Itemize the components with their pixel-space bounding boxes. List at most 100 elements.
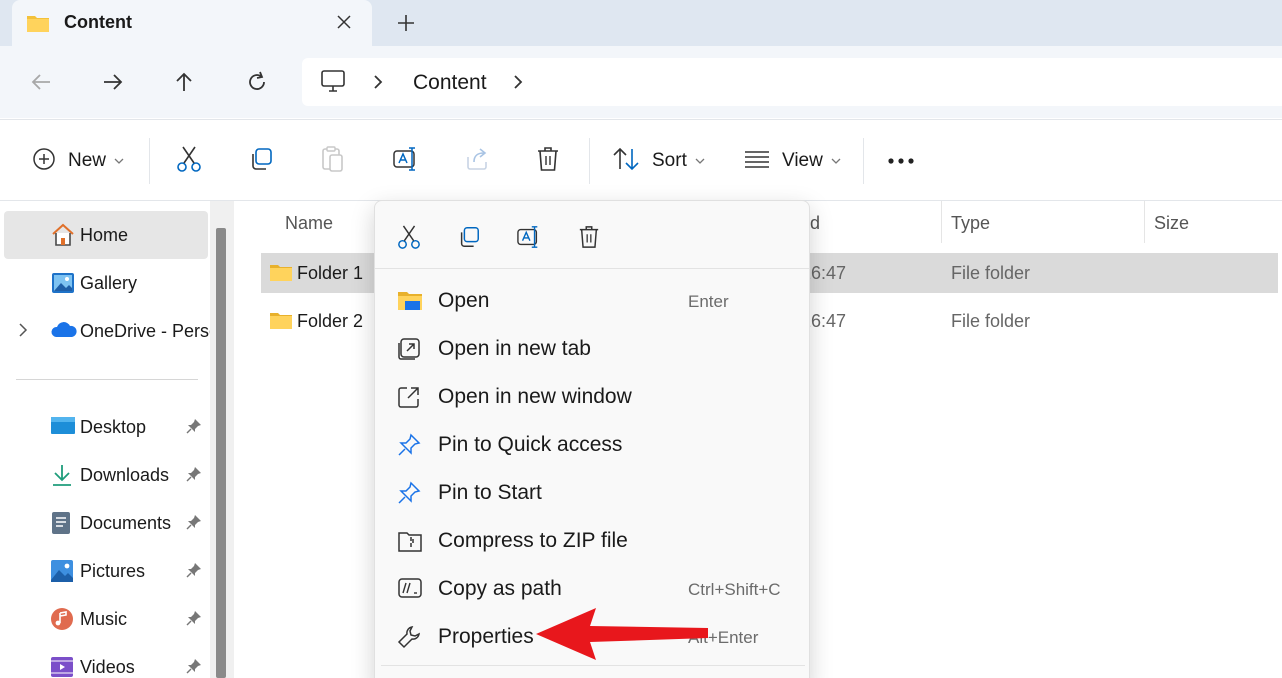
divider (589, 138, 590, 184)
pin-icon[interactable] (186, 514, 202, 535)
arrow-right-icon[interactable] (97, 66, 129, 98)
sidebar-item-home[interactable]: Home (4, 211, 208, 259)
menu-item-label: Pin to Start (438, 481, 542, 504)
tab-content[interactable]: Content (12, 0, 372, 46)
videos-icon (50, 655, 74, 678)
this-pc-icon (320, 69, 346, 98)
chevron-right-icon[interactable] (372, 73, 384, 96)
desktop-icon (50, 415, 76, 442)
pin-icon (397, 481, 421, 510)
menu-item-open-new-tab[interactable]: Open in new tab (375, 325, 809, 373)
cut-button[interactable] (176, 144, 202, 178)
pin-icon[interactable] (186, 418, 202, 439)
sidebar-item-label: Documents (80, 512, 172, 533)
menu-item-open[interactable]: Open Enter (375, 277, 809, 325)
plus-circle-icon (32, 147, 56, 176)
sidebar-item-desktop[interactable]: Desktop (4, 403, 208, 451)
sidebar-item-onedrive[interactable]: OneDrive - Perso (4, 307, 212, 355)
sidebar-item-label: Gallery (80, 272, 138, 293)
divider (149, 138, 150, 184)
chevron-down-icon (831, 152, 841, 170)
rename-icon (392, 146, 420, 177)
new-label: New (68, 150, 107, 171)
pin-icon[interactable] (186, 466, 202, 487)
cut-icon (176, 145, 202, 178)
chevron-right-icon[interactable] (512, 73, 524, 96)
menu-item-shortcut: Ctrl+Shift+C (688, 580, 781, 599)
menu-item-pin-quick-access[interactable]: Pin to Quick access (375, 421, 809, 469)
chevron-down-icon (114, 152, 124, 170)
menu-item-compress-zip[interactable]: Compress to ZIP file (375, 517, 809, 565)
menu-item-label: Open (438, 289, 490, 312)
divider (863, 138, 864, 184)
menu-item-open-new-window[interactable]: Open in new window (375, 373, 809, 421)
onedrive-icon (50, 319, 78, 346)
pin-icon[interactable] (186, 562, 202, 583)
tab-title: Content (64, 12, 132, 32)
sidebar-item-label: Pictures (80, 560, 146, 581)
sidebar-item-pictures[interactable]: Pictures (4, 547, 208, 595)
pin-icon[interactable] (186, 658, 202, 678)
sidebar-item-downloads[interactable]: Downloads (4, 451, 208, 499)
sidebar-item-label: Music (80, 608, 128, 629)
open-window-icon (397, 385, 421, 414)
chevron-right-icon[interactable] (18, 322, 28, 343)
breadcrumb-content[interactable]: Content (413, 71, 487, 95)
sidebar-item-gallery[interactable]: Gallery (4, 259, 208, 307)
more-button[interactable] (887, 144, 915, 178)
sidebar-item-music[interactable]: Music (4, 595, 208, 643)
sidebar-item-label: Desktop (80, 416, 147, 437)
context-quick-actions (375, 201, 809, 269)
pin-icon[interactable] (186, 610, 202, 631)
divider (16, 379, 198, 380)
plus-icon[interactable] (392, 8, 420, 38)
copy-icon (248, 146, 274, 177)
column-header-date[interactable]: d (810, 213, 820, 234)
copy-icon[interactable] (453, 221, 485, 253)
share-icon (464, 146, 490, 177)
rename-button[interactable] (392, 144, 420, 178)
menu-item-label: Open in new window (438, 385, 632, 408)
paste-icon (320, 145, 346, 178)
new-button[interactable]: New (32, 144, 124, 178)
folder-icon (269, 263, 293, 288)
pictures-icon (50, 559, 74, 588)
red-arrow-annotation (532, 604, 712, 667)
menu-item-label: Compress to ZIP file (438, 529, 628, 552)
sidebar-item-videos[interactable]: Videos (4, 643, 208, 678)
close-icon[interactable] (330, 8, 358, 36)
sidebar-item-label: OneDrive - Perso (80, 320, 212, 341)
sort-button[interactable]: Sort (612, 144, 705, 178)
sidebar-item-label: Videos (80, 656, 135, 677)
refresh-icon[interactable] (241, 66, 273, 98)
paste-button[interactable] (320, 144, 346, 178)
sort-icon (612, 146, 640, 177)
column-divider[interactable] (941, 201, 942, 243)
navigation-pane: Home Gallery OneDrive - Perso Desktop Do… (0, 201, 234, 678)
address-bar[interactable]: Content (302, 58, 1282, 106)
sidebar-item-documents[interactable]: Documents (4, 499, 208, 547)
column-divider[interactable] (1144, 201, 1145, 243)
arrow-left-icon[interactable] (25, 66, 57, 98)
view-button[interactable]: View (744, 144, 841, 178)
column-header-name[interactable]: Name (285, 213, 333, 234)
copy-button[interactable] (248, 144, 274, 178)
home-icon (50, 223, 76, 252)
row-type: File folder (951, 263, 1031, 283)
zip-icon (397, 529, 423, 558)
pin-icon (397, 433, 421, 462)
cut-icon[interactable] (393, 221, 425, 253)
delete-button[interactable] (536, 144, 560, 178)
column-header-type[interactable]: Type (951, 213, 990, 234)
command-bar: New Sort View (0, 119, 1282, 201)
scrollbar-thumb[interactable] (216, 228, 226, 678)
chevron-down-icon (695, 152, 705, 170)
column-header-size[interactable]: Size (1154, 213, 1189, 234)
delete-icon[interactable] (573, 221, 605, 253)
open-tab-icon (397, 337, 421, 366)
share-button[interactable] (464, 144, 490, 178)
arrow-up-icon[interactable] (168, 66, 200, 98)
menu-item-pin-start[interactable]: Pin to Start (375, 469, 809, 517)
rename-icon[interactable] (513, 221, 545, 253)
copy-path-icon (397, 577, 423, 604)
